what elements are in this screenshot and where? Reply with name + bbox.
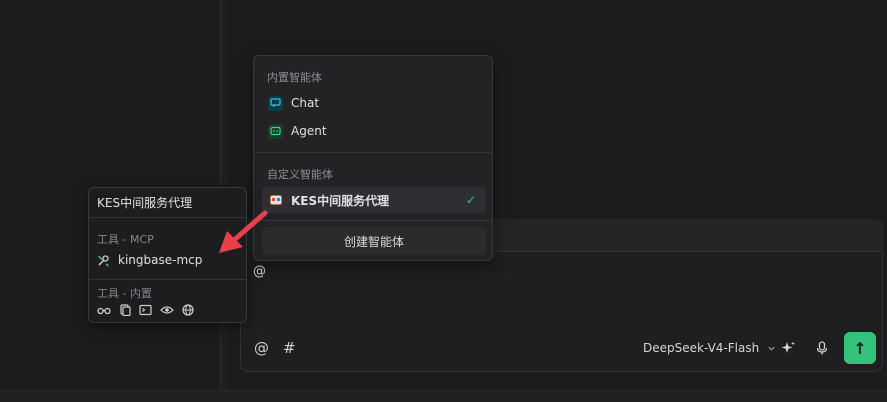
dropdown-divider xyxy=(254,152,492,153)
mcp-tool-item: kingbase-mcp xyxy=(97,253,202,267)
agent-item-label: Agent xyxy=(291,124,327,138)
chat-input-box[interactable]: @ @ # DeepSeek-V4-Flash ↑ xyxy=(240,251,883,372)
create-agent-label: 创建智能体 xyxy=(343,234,404,249)
agent-item-label: Chat xyxy=(291,96,320,110)
hash-icon[interactable]: # xyxy=(283,339,296,357)
sparkle-icon[interactable] xyxy=(780,340,796,356)
agent-dropdown: 内置智能体 Chat Agent 自定义智能体 KES中间服务代理 ✓ 创建智能… xyxy=(253,55,493,261)
eye-icon xyxy=(160,306,174,314)
pointer-arrow-icon xyxy=(219,210,268,253)
globe-icon xyxy=(182,304,194,316)
check-icon: ✓ xyxy=(465,193,476,207)
mention-icon[interactable]: @ xyxy=(254,339,269,357)
model-name: DeepSeek-V4-Flash xyxy=(643,341,760,355)
chat-agent-icon xyxy=(268,95,283,111)
terminal-icon xyxy=(139,304,152,316)
send-button[interactable]: ↑ xyxy=(844,332,876,364)
mcp-tools-heading: 工具 - MCP xyxy=(97,233,154,246)
model-selector[interactable]: DeepSeek-V4-Flash xyxy=(643,341,776,355)
custom-agents-heading: 自定义智能体 xyxy=(267,168,333,181)
arrow-up-icon: ↑ xyxy=(853,338,867,358)
document-icon xyxy=(120,304,131,316)
dropdown-divider xyxy=(254,220,492,221)
builtin-tools-heading: 工具 - 内置 xyxy=(97,287,152,300)
tools-icon xyxy=(97,254,109,267)
chevron-down-icon xyxy=(768,346,775,351)
agent-item-label: KES中间服务代理 xyxy=(291,193,390,208)
kes-agent-icon xyxy=(268,192,283,208)
agent-item-kes[interactable]: KES中间服务代理 ✓ xyxy=(262,187,486,213)
chat-input-text[interactable]: @ xyxy=(253,264,266,279)
mcp-tool-name: kingbase-mcp xyxy=(118,253,203,267)
glasses-icon xyxy=(97,307,111,315)
agent-icon xyxy=(268,123,283,139)
create-agent-button[interactable]: 创建智能体 xyxy=(262,227,486,255)
tooltip-title: KES中间服务代理 xyxy=(97,196,193,210)
agent-item-agent[interactable]: Agent xyxy=(262,118,486,144)
tooltip-divider xyxy=(89,279,246,280)
status-bar xyxy=(0,390,887,402)
builtin-tools-row xyxy=(97,304,194,316)
microphone-icon[interactable] xyxy=(815,340,829,356)
builtin-agents-heading: 内置智能体 xyxy=(267,71,322,84)
agent-item-chat[interactable]: Chat xyxy=(262,90,486,116)
